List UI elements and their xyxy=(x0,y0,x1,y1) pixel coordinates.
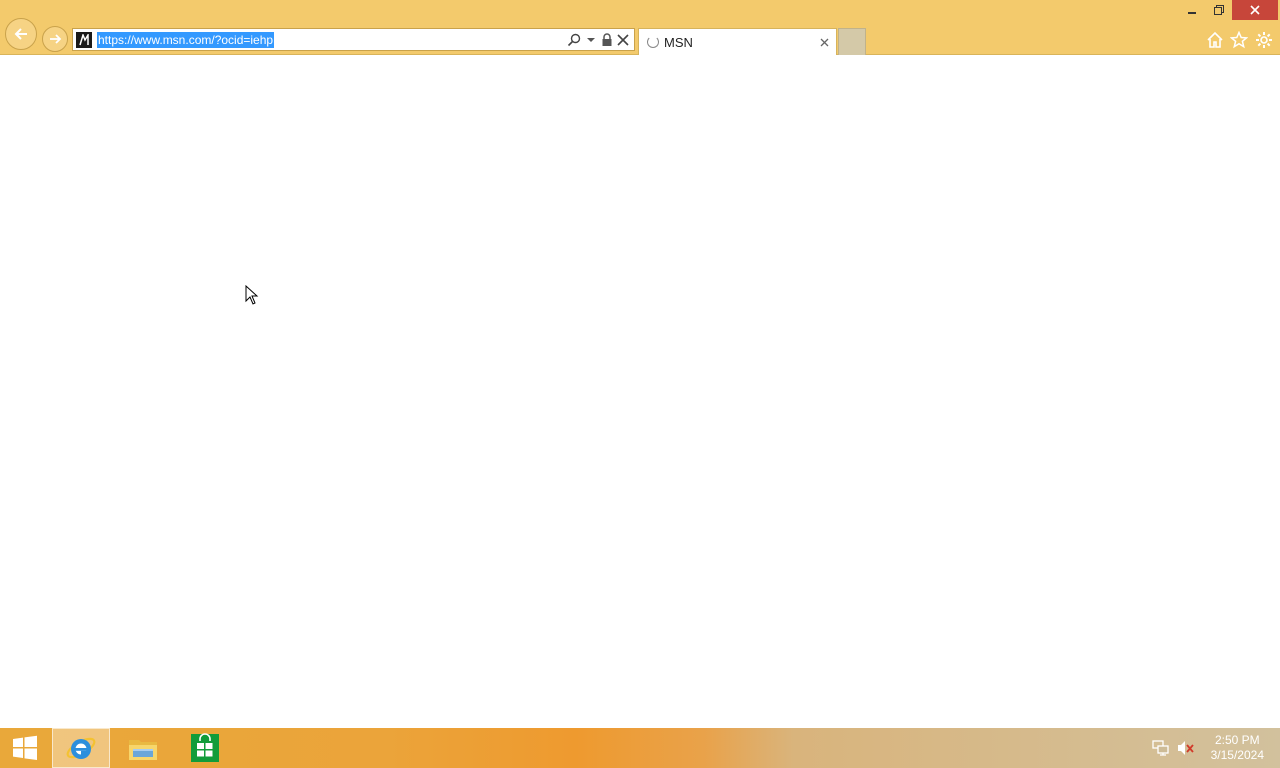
taskbar-file-explorer[interactable] xyxy=(114,728,172,768)
store-icon xyxy=(191,733,219,762)
close-window-button[interactable] xyxy=(1232,0,1278,20)
site-favicon xyxy=(76,32,92,48)
start-button[interactable] xyxy=(0,728,50,768)
taskbar-internet-explorer[interactable] xyxy=(52,728,110,768)
tray-network-button[interactable] xyxy=(1152,740,1170,756)
close-icon xyxy=(820,38,828,46)
forward-button[interactable] xyxy=(42,26,68,52)
home-icon xyxy=(1207,31,1223,48)
minimize-icon xyxy=(1188,12,1196,14)
restore-icon xyxy=(1214,5,1224,15)
forward-arrow-icon xyxy=(50,34,62,44)
internet-explorer-icon xyxy=(66,737,96,759)
msn-logo-icon xyxy=(79,34,89,46)
tab-close-button[interactable] xyxy=(817,35,831,49)
taskbar-store[interactable] xyxy=(176,728,234,768)
search-icon xyxy=(567,33,581,47)
security-lock-button[interactable] xyxy=(599,32,615,48)
tab-msn[interactable]: MSN xyxy=(638,28,837,55)
windows-logo-icon xyxy=(13,735,37,760)
taskbar-clock[interactable]: 2:50 PM 3/15/2024 xyxy=(1211,733,1264,763)
new-tab-button[interactable] xyxy=(838,28,866,55)
taskbar: 2:50 PM 3/15/2024 xyxy=(0,728,1280,768)
minimize-button[interactable] xyxy=(1178,0,1206,20)
back-arrow-icon xyxy=(14,28,27,40)
address-dropdown-button[interactable] xyxy=(583,32,599,48)
gear-icon xyxy=(1256,32,1272,48)
tray-volume-button[interactable] xyxy=(1177,740,1195,756)
stop-button[interactable] xyxy=(615,32,631,48)
mouse-cursor-icon xyxy=(245,284,259,310)
close-icon xyxy=(617,34,629,46)
favorites-button[interactable] xyxy=(1229,30,1249,50)
close-icon xyxy=(1250,5,1260,15)
clock-date: 3/15/2024 xyxy=(1210,748,1264,762)
loading-spinner-icon xyxy=(647,36,659,48)
speaker-muted-icon xyxy=(1178,741,1194,755)
url-input[interactable]: https://www.msn.com/?ocid=iehp xyxy=(97,32,275,48)
search-button[interactable] xyxy=(566,32,582,48)
network-icon xyxy=(1152,740,1169,756)
lock-icon xyxy=(602,33,612,46)
folder-icon xyxy=(129,740,157,760)
address-bar[interactable]: https://www.msn.com/?ocid=iehp xyxy=(72,28,635,51)
chevron-down-icon xyxy=(587,38,595,42)
tab-title: MSN xyxy=(664,35,693,50)
clock-time: 2:50 PM xyxy=(1214,733,1260,747)
tools-button[interactable] xyxy=(1254,30,1274,50)
web-page-content[interactable] xyxy=(0,55,1280,728)
back-button[interactable] xyxy=(5,18,37,50)
star-icon xyxy=(1230,31,1248,49)
home-button[interactable] xyxy=(1205,30,1225,50)
browser-toolbar: https://www.msn.com/?ocid=iehp MSN xyxy=(0,0,1280,55)
restore-button[interactable] xyxy=(1206,0,1232,20)
